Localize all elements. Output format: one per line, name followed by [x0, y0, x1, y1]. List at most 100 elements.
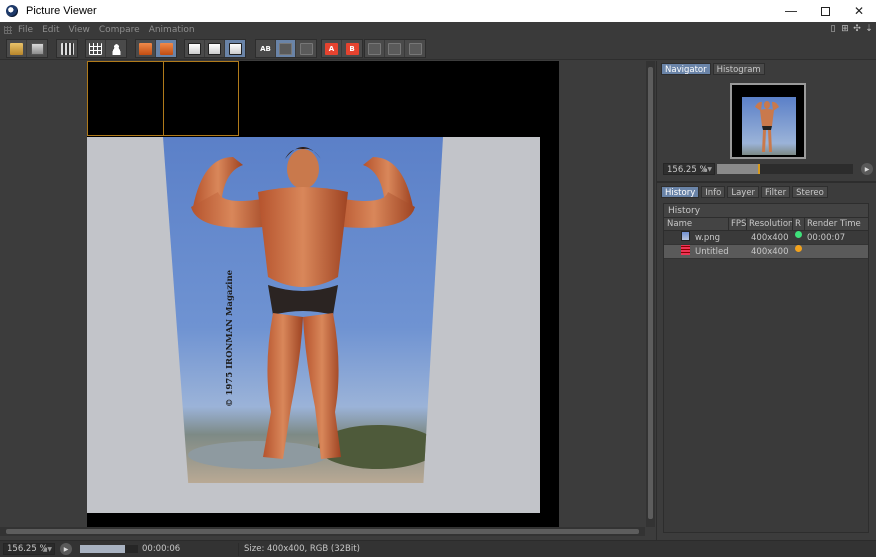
menu-file[interactable]: File	[18, 25, 33, 35]
status-dot-icon	[795, 231, 802, 238]
tab-history[interactable]: History	[661, 186, 700, 198]
status-zoom-value: 156.25 %	[7, 544, 48, 554]
toolbar-stop-group	[135, 39, 177, 58]
animation-button[interactable]	[57, 40, 77, 57]
set-a-button[interactable]: A	[322, 40, 342, 57]
status-zoom-spinner-icon[interactable]: ▲▼	[43, 544, 52, 555]
column-fps[interactable]: FPS	[731, 218, 746, 231]
column-divider	[792, 218, 793, 231]
show-ab-icon	[228, 42, 242, 55]
dock-arrow-icon[interactable]: ⇣	[864, 23, 874, 35]
tab-filter[interactable]: Filter	[761, 186, 791, 198]
show-picture-a-button[interactable]	[185, 40, 205, 57]
menu-animation[interactable]: Animation	[149, 25, 195, 35]
zoom-slider-knob[interactable]	[758, 164, 761, 174]
render-region-button[interactable]	[86, 40, 106, 57]
image-viewport[interactable]: © 1975 IRONMAN Magazine	[0, 61, 655, 540]
side-panel: Navigator Histogram 156.25 % ▲▼ ▶ Histor…	[656, 61, 876, 540]
render-person-button[interactable]	[106, 40, 126, 57]
column-divider	[746, 218, 747, 231]
history-row[interactable]: Untitled 400x400	[664, 245, 868, 259]
toolbar-compare-group: AB	[255, 39, 317, 58]
column-r[interactable]: R	[795, 218, 801, 231]
menu-grip-icon[interactable]	[4, 25, 12, 34]
show-picture-b-button[interactable]	[205, 40, 225, 57]
move-icon[interactable]: ✣	[852, 23, 862, 35]
ab-overlay-button[interactable]	[276, 40, 296, 57]
menu-view[interactable]: View	[69, 25, 90, 35]
render-film-icon	[681, 245, 690, 255]
column-resolution[interactable]: Resolution	[749, 218, 793, 231]
column-divider	[728, 218, 729, 231]
open-button[interactable]	[7, 40, 27, 57]
show-ab-button[interactable]	[225, 40, 245, 57]
stop-render-button[interactable]	[136, 40, 156, 57]
tab-info[interactable]: Info	[701, 186, 726, 198]
layout-panel-icon[interactable]: ▯	[828, 23, 838, 35]
tab-layer[interactable]: Layer	[727, 186, 760, 198]
toolbar-set-ab-group: A B	[321, 39, 363, 58]
zoom-spinner-icon[interactable]: ▲▼	[703, 164, 712, 176]
window-title: Picture Viewer	[26, 5, 97, 17]
status-zoom-field[interactable]: 156.25 % ▲▼	[3, 543, 55, 555]
close-button[interactable]: ✕	[842, 0, 876, 22]
toolbar-animation-group	[56, 39, 78, 58]
film-strip-icon	[60, 42, 74, 55]
difference-ab-button[interactable]	[405, 40, 425, 57]
magazine-credit: © 1975 IRONMAN Magazine	[225, 269, 235, 407]
tab-navigator[interactable]: Navigator	[661, 63, 711, 75]
toolbar-render-group	[85, 39, 127, 58]
bodybuilder-photo: © 1975 IRONMAN Magazine	[163, 137, 443, 483]
ab-text-button[interactable]	[296, 40, 316, 57]
show-picture-b-icon	[208, 42, 221, 55]
history-row[interactable]: w.png 400x400 00:00:07	[664, 231, 868, 245]
zoom-play-icon[interactable]: ▶	[861, 163, 873, 175]
menu-edit[interactable]: Edit	[42, 25, 59, 35]
title-bar: Picture Viewer ― ✕	[0, 0, 876, 22]
minimize-button[interactable]: ―	[774, 0, 808, 22]
render-person-icon	[109, 42, 123, 55]
play-icon[interactable]: ▶	[60, 543, 72, 555]
swap-ab-button[interactable]	[365, 40, 385, 57]
split-ab-button[interactable]	[385, 40, 405, 57]
navigator-zoom-row: 156.25 % ▲▼ ▶	[663, 163, 876, 175]
ab-text-icon	[299, 42, 313, 55]
vertical-scroll-thumb[interactable]	[648, 67, 653, 519]
navigator-thumbnail[interactable]	[730, 83, 806, 159]
split-ab-icon	[388, 42, 401, 55]
column-name[interactable]: Name	[667, 218, 692, 231]
navigator-figure	[755, 101, 779, 152]
status-progress-bar	[80, 545, 138, 553]
toolbar-file-group	[6, 39, 48, 58]
swap-ab-icon	[368, 42, 381, 55]
horizontal-scroll-thumb[interactable]	[6, 529, 639, 534]
render-active-button[interactable]	[156, 40, 176, 57]
tab-stereo[interactable]: Stereo	[792, 186, 828, 198]
history-tabs: History Info Layer Filter Stereo	[661, 186, 828, 198]
history-row-resolution: 400x400	[751, 233, 789, 243]
menu-compare[interactable]: Compare	[99, 25, 140, 35]
render-region-icon	[89, 42, 102, 55]
status-info: Size: 400x400, RGB (32Bit)	[244, 544, 360, 554]
horizontal-scrollbar[interactable]	[0, 527, 645, 536]
zoom-slider-fill	[717, 164, 760, 174]
navigator-zoom-field[interactable]: 156.25 % ▲▼	[663, 163, 715, 175]
ab-compare-button[interactable]: AB	[256, 40, 276, 57]
navigator-zoom-slider[interactable]	[717, 164, 853, 174]
history-row-resolution: 400x400	[751, 247, 789, 257]
set-a-icon: A	[325, 42, 338, 55]
vertical-scrollbar[interactable]	[646, 61, 655, 527]
tab-histogram[interactable]: Histogram	[712, 63, 765, 75]
maximize-button[interactable]	[808, 0, 842, 22]
status-bar: 156.25 % ▲▼ ▶ 00:00:06 Size: 400x400, RG…	[0, 540, 876, 557]
rendered-picture[interactable]: © 1975 IRONMAN Magazine	[87, 137, 540, 513]
column-render-time[interactable]: Render Time	[807, 218, 861, 231]
render-tile-outline	[87, 61, 164, 136]
column-divider	[804, 218, 805, 231]
save-button[interactable]	[27, 40, 47, 57]
set-b-button[interactable]: B	[342, 40, 362, 57]
menu-bar: File Edit View Compare Animation ▯ ⊞ ✣ ⇣	[0, 22, 876, 37]
history-list: History Name FPS Resolution R Render Tim…	[663, 203, 869, 533]
panel-divider[interactable]	[657, 181, 876, 183]
new-window-icon[interactable]: ⊞	[840, 23, 850, 35]
